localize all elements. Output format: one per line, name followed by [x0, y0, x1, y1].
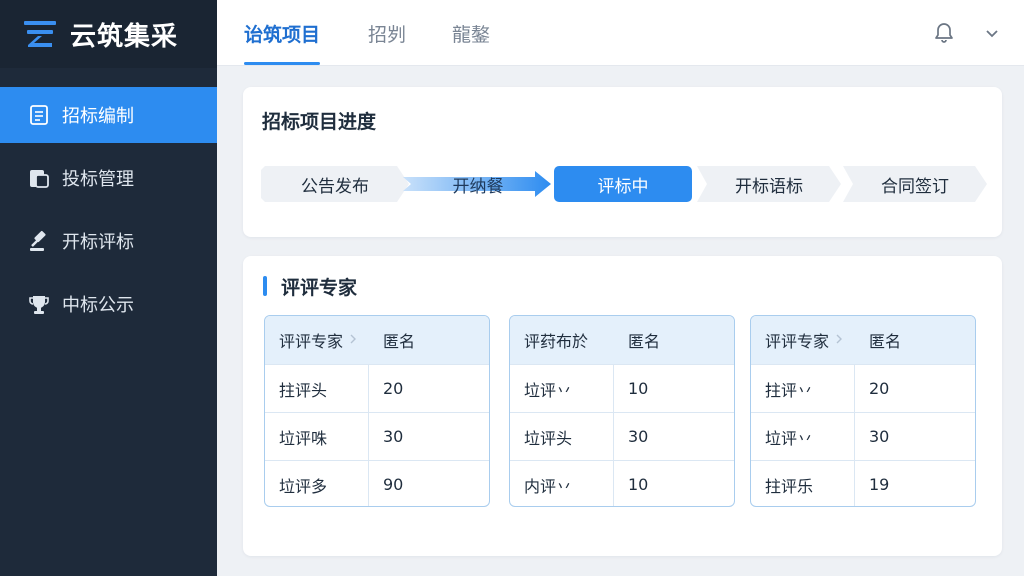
sidebar: 云筑集采 招标编制 投标管理 开标评标 中标公示: [0, 0, 217, 576]
experts-card: 评评专家 评评专家 匿名 拄评头 20 垃评咮 30 垃评多 90 评荮布於 匿…: [243, 256, 1002, 556]
table-cell: 20: [869, 379, 890, 398]
table-cell: 拄评丷: [751, 365, 855, 412]
document-icon: [28, 104, 50, 126]
table-row[interactable]: 内评丷 10: [510, 460, 734, 506]
tab-bidding[interactable]: 招刿: [368, 0, 406, 66]
table-row[interactable]: 拄评乐 19: [751, 460, 975, 506]
brand[interactable]: 云筑集采: [0, 0, 217, 68]
step-evaluating[interactable]: 评标中: [554, 166, 692, 202]
brand-name: 云筑集采: [70, 21, 179, 52]
sidebar-item-label: 开标评标: [62, 232, 134, 253]
tab-projects[interactable]: 诒筑项目: [244, 0, 321, 66]
step-contract[interactable]: 合同签订: [843, 166, 987, 202]
table-row[interactable]: 拄评头 20: [265, 364, 489, 412]
tab-label: 诒筑项目: [244, 23, 321, 46]
tab-label: 龍鏊: [452, 23, 491, 46]
header-cell[interactable]: 匿名: [855, 316, 975, 364]
table-cell: 垃评咮: [265, 413, 369, 460]
step-label: 评标中: [597, 176, 649, 197]
header-cell[interactable]: 匿名: [369, 316, 489, 364]
chevron-down-icon[interactable]: [983, 24, 1001, 42]
step-opening[interactable]: 开标语标: [697, 166, 841, 202]
table-header-row: 评评专家 匿名: [751, 316, 975, 364]
tab-third[interactable]: 龍鏊: [452, 0, 490, 66]
expert-table-3: 评评专家 匿名 拄评丷 20 垃评丷 30 拄评乐 19: [750, 315, 976, 507]
sidebar-item-bid-preparation[interactable]: 招标编制: [0, 87, 217, 143]
table-cell: 拄评头: [265, 365, 369, 412]
section-accent-bar: [263, 276, 267, 296]
table-row[interactable]: 垃评头 30: [510, 412, 734, 460]
table-row[interactable]: 垃评丷 10: [510, 364, 734, 412]
sidebar-item-label: 招标编制: [62, 106, 134, 127]
header-cell[interactable]: 评评专家: [265, 316, 369, 364]
table-cell: 拄评乐: [751, 461, 855, 506]
step-label: 合同签订: [881, 176, 949, 197]
sidebar-nav: 招标编制 投标管理 开标评标 中标公示: [0, 87, 217, 332]
step-arrow-done[interactable]: 开纳餐: [403, 166, 553, 202]
bell-icon[interactable]: [932, 21, 956, 45]
step-label: 开标语标: [735, 176, 803, 197]
table-cell: 垃评头: [510, 413, 614, 460]
tab-label: 招刿: [368, 23, 407, 46]
table-cell: 垃评丷: [510, 365, 614, 412]
table-cell: 19: [869, 475, 890, 494]
progress-card: 招标项目进度 公告发布 开纳餐 评标中 开标语标 合同签订: [243, 87, 1002, 237]
expert-table-2: 评荮布於 匿名 垃评丷 10 垃评头 30 内评丷 10: [509, 315, 735, 507]
experts-title: 评评专家: [281, 277, 358, 299]
gavel-icon: [28, 230, 50, 252]
table-cell: 10: [628, 475, 649, 494]
trophy-icon: [28, 293, 50, 315]
chevron-right-icon: [350, 334, 356, 344]
table-cell: 20: [383, 379, 404, 398]
table-cell: 垃评多: [265, 461, 369, 506]
chevron-right-icon: [836, 334, 842, 344]
header-label: 评评专家: [279, 332, 344, 351]
sidebar-item-bid-management[interactable]: 投标管理: [0, 150, 217, 206]
table-row[interactable]: 垃评咮 30: [265, 412, 489, 460]
step-label: 开纳餐: [452, 176, 504, 197]
table-cell: 内评丷: [510, 461, 614, 506]
table-row[interactable]: 垃评丷 30: [751, 412, 975, 460]
table-row[interactable]: 拄评丷 20: [751, 364, 975, 412]
table-cell: 90: [383, 475, 404, 494]
table-cell: 30: [628, 427, 649, 446]
folder-icon: [28, 167, 50, 189]
header-cell[interactable]: 评评专家: [751, 316, 855, 364]
table-cell: 30: [869, 427, 890, 446]
header-label: 评评专家: [765, 332, 830, 351]
sidebar-item-label: 中标公示: [62, 295, 134, 316]
sidebar-item-award-notice[interactable]: 中标公示: [0, 276, 217, 332]
progress-title: 招标项目进度: [262, 111, 377, 133]
expert-table-1: 评评专家 匿名 拄评头 20 垃评咮 30 垃评多 90: [264, 315, 490, 507]
table-header-row: 评荮布於 匿名: [510, 316, 734, 364]
sidebar-item-label: 投标管理: [62, 169, 134, 190]
table-cell: 30: [383, 427, 404, 446]
header-cell[interactable]: 匿名: [614, 316, 734, 364]
header-cell[interactable]: 评荮布於: [510, 316, 614, 364]
table-header-row: 评评专家 匿名: [265, 316, 489, 364]
step-label: 公告发布: [301, 176, 369, 197]
sidebar-item-bid-opening[interactable]: 开标评标: [0, 213, 217, 269]
topbar: 诒筑项目 招刿 龍鏊: [217, 0, 1024, 66]
step-announcement[interactable]: 公告发布: [261, 166, 409, 202]
logo-icon: [24, 21, 56, 47]
table-cell: 垃评丷: [751, 413, 855, 460]
table-cell: 10: [628, 379, 649, 398]
table-row[interactable]: 垃评多 90: [265, 460, 489, 506]
